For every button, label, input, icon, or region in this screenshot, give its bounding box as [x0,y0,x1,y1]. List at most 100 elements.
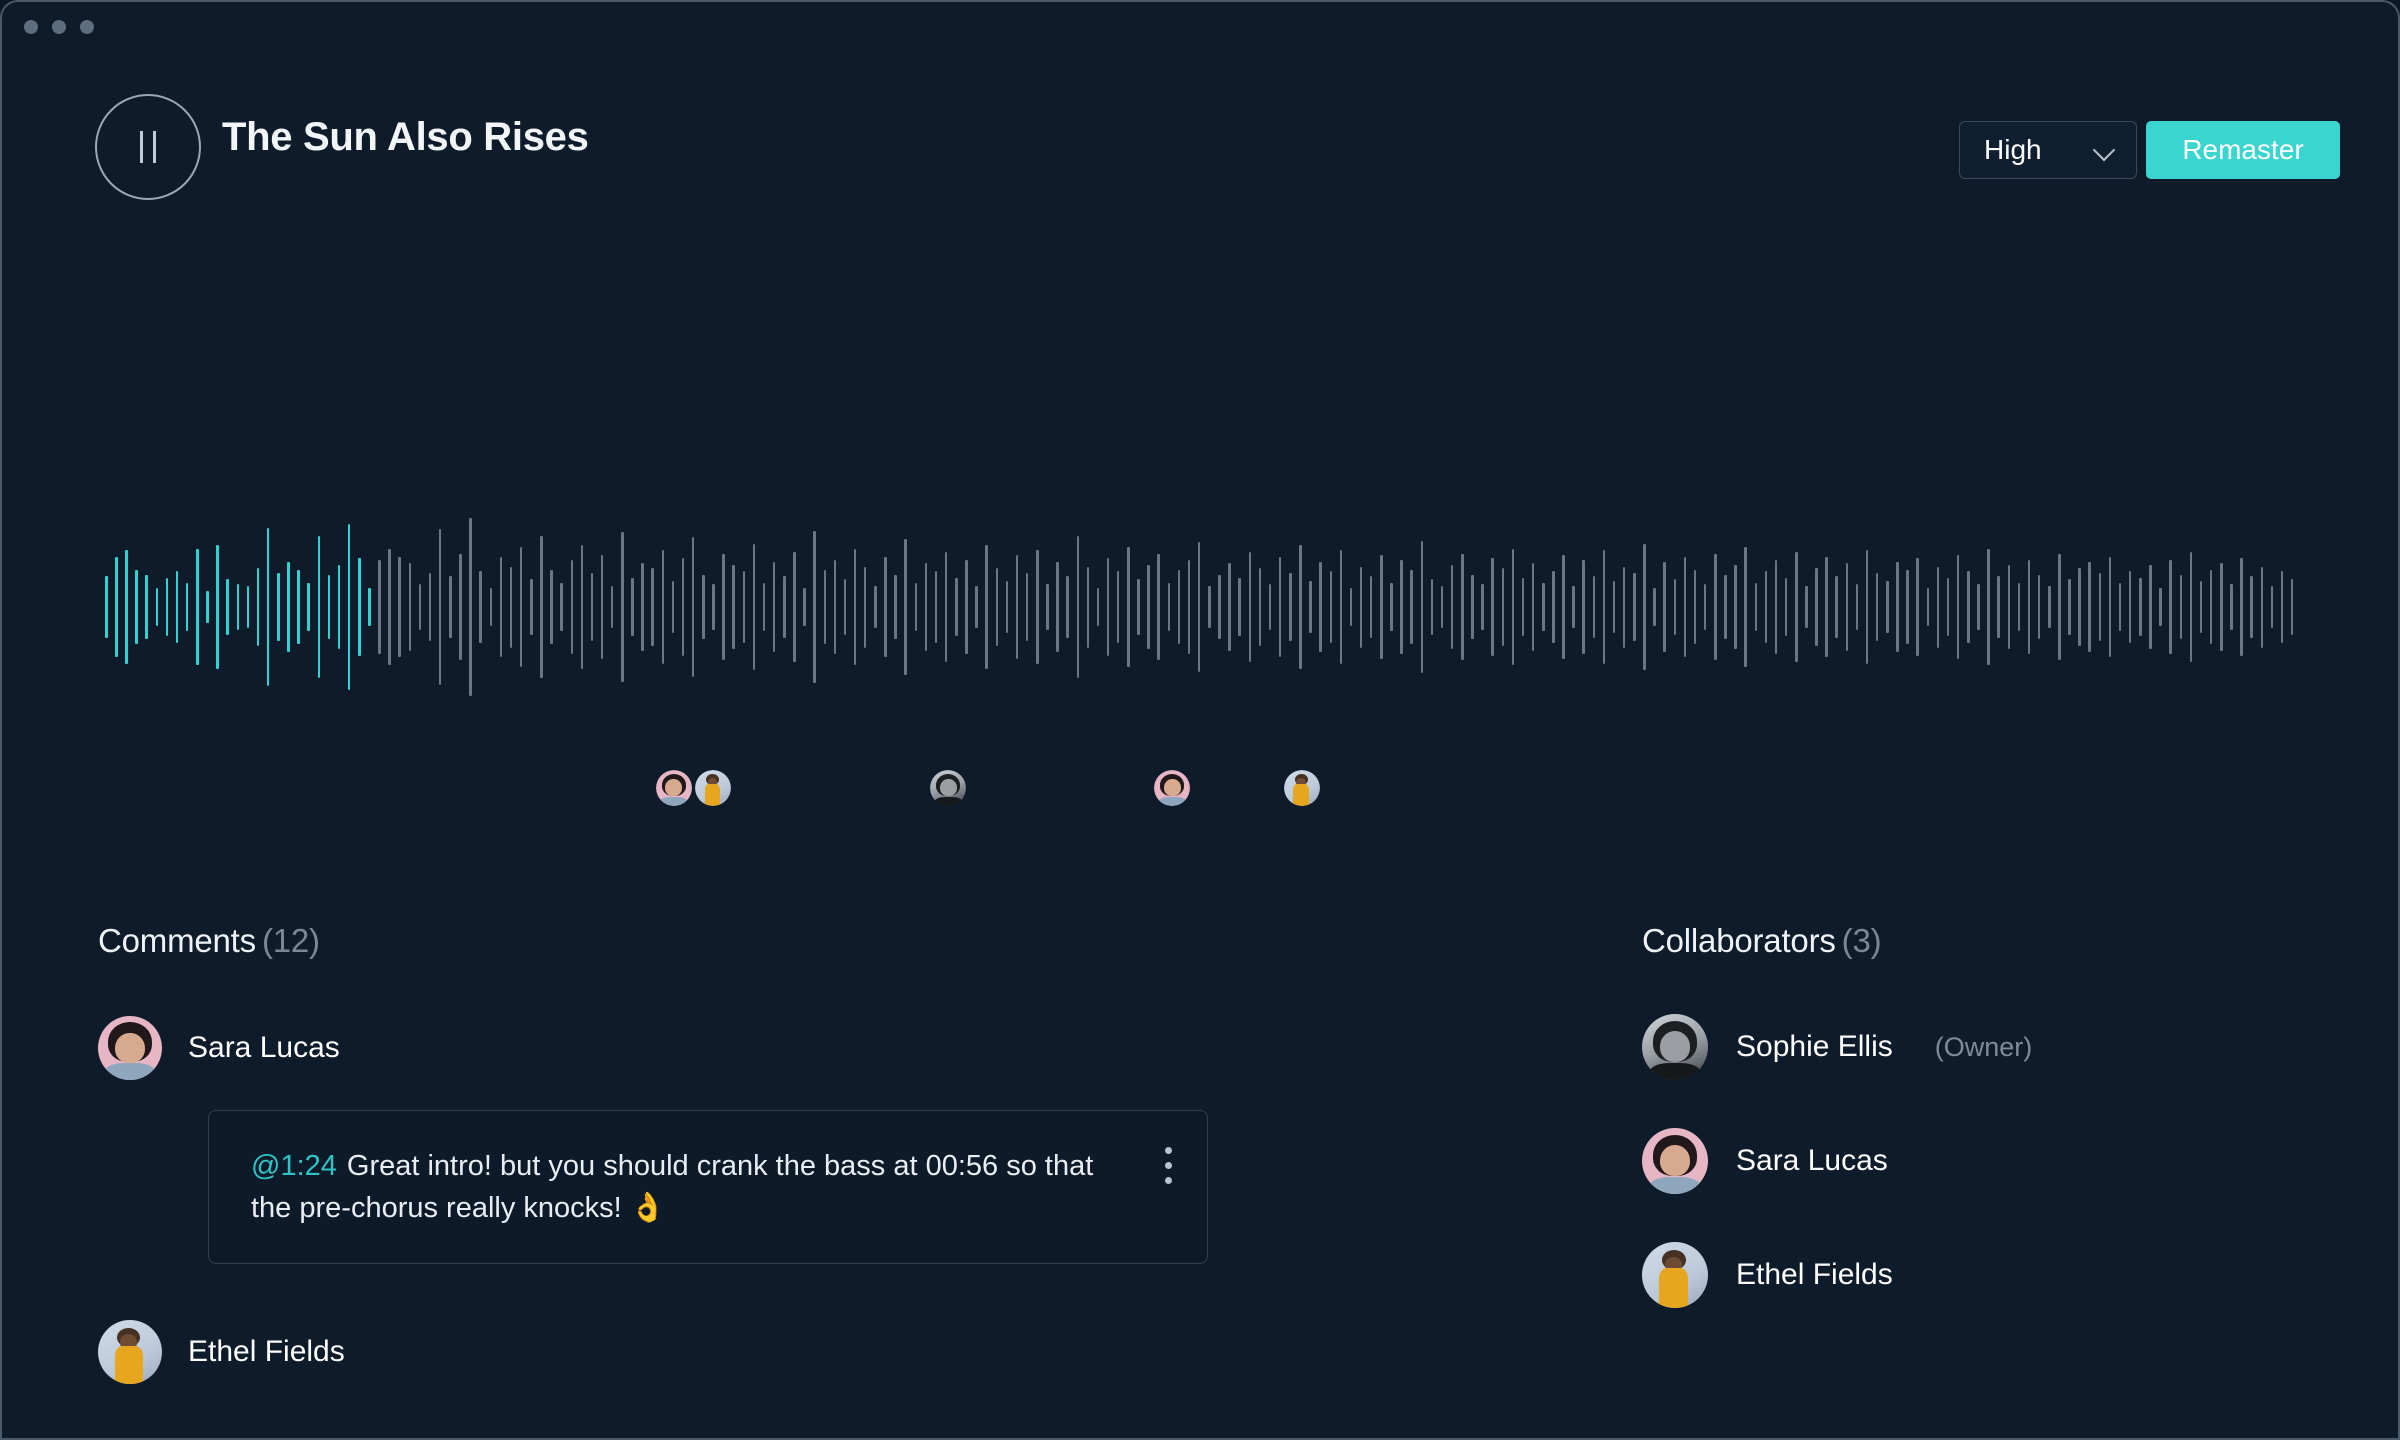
waveform-bar [1845,563,1849,651]
waveform-bar [2108,556,2112,658]
waveform-bar [1815,568,1818,646]
quality-select[interactable]: High [1959,121,2137,179]
collaborator-row[interactable]: Sophie Ellis (Owner) [1642,1014,2342,1080]
waveform-bar [813,530,816,684]
waveform-bar [489,587,493,627]
waveform-bar [1359,566,1363,648]
waveform-bar [1005,581,1009,633]
waveform-bar [2017,582,2021,632]
audio-waveform[interactable] [105,442,2301,772]
avatar [98,1016,162,1080]
waveform-comment-marker[interactable] [930,770,967,806]
remaster-button[interactable]: Remaster [2146,121,2340,179]
waveform-bar [621,532,624,682]
waveform-bar [297,569,300,645]
waveform-bar [1248,551,1252,663]
waveform-bar [2199,581,2203,633]
waveform-bar [2270,585,2274,629]
waveform-bar [1208,585,1211,629]
waveform-bar [1542,582,1545,632]
waveform-bar [216,545,219,669]
waveform-comment-marker[interactable] [1283,770,1320,806]
waveform-bar [358,558,361,656]
waveform-bar [2118,582,2122,632]
waveform-bar [874,585,877,629]
chevron-down-icon [2094,139,2116,161]
waveform-bar [1218,574,1221,640]
waveform-bar [115,556,118,658]
waveform-bar [1025,572,1029,641]
waveform-bar [1501,568,1505,646]
waveform-bar [1896,561,1899,653]
waveform-bar [955,577,958,637]
kebab-menu-icon[interactable] [1165,1147,1173,1184]
waveform-comment-marker[interactable] [1154,770,1191,806]
waveform-bar [2220,563,2223,651]
waveform-area[interactable] [2,442,2398,772]
collaborator-name: Sara Lucas [1736,1144,1888,1177]
waveform-bar [1066,576,1069,638]
waveform-bar [226,579,229,635]
close-window-dot[interactable] [24,20,38,34]
waveform-bar [1875,572,1879,641]
waveform-bar [428,572,432,641]
waveform-bar [1562,555,1565,659]
waveform-bar [944,551,948,663]
waveform-bar [600,555,604,659]
collaborator-role: (Owner) [1934,1031,2033,1062]
page-title: The Sun Also Rises [222,115,589,159]
waveform-bar [2007,564,2011,650]
waveform-bar [752,543,756,671]
waveform-bar [1319,561,1322,653]
play-pause-button[interactable] [95,94,201,200]
waveform-bar [1552,571,1555,643]
waveform-comment-marker[interactable] [695,770,732,806]
waveform-bar [671,581,675,633]
waveform-bar [459,553,462,661]
waveform-bar [1380,555,1383,659]
waveform-bar [277,572,280,641]
waveform-bar [2159,587,2162,627]
waveform-bar [1461,553,1464,661]
waveform-bar [1663,561,1666,653]
waveform-bar [236,584,240,630]
waveform-bar [1906,569,1909,645]
waveform-bar [1967,571,1970,643]
waveform-bar [1440,585,1444,629]
waveform-bar [1946,577,1950,637]
waveform-bar [2280,571,2284,643]
avatar [655,770,692,806]
waveform-bar [681,558,685,656]
waveform-bar [1997,576,2000,638]
waveform-bar [1855,584,1859,630]
waveform-bar [1643,543,1646,671]
waveform-bar [1612,581,1616,633]
waveform-bar [408,563,412,651]
waveform-bar [2058,553,2061,661]
waveform-bar [155,587,159,627]
maximize-window-dot[interactable] [80,20,94,34]
waveform-bar [1106,558,1110,656]
waveform-bar [702,574,705,640]
waveform-bar [266,527,270,687]
waveform-bar [2179,574,2183,640]
comment-timestamp[interactable]: @1:24 [251,1150,337,1182]
waveform-bar [1531,563,1535,651]
waveform-bar [1299,545,1302,669]
waveform-bar [712,584,715,630]
waveform-bar [1390,582,1393,632]
waveform-bar [1784,577,1788,637]
comment-bubble[interactable]: @1:24 Great intro! but you should crank t… [208,1110,1208,1265]
waveform-bar [2260,566,2264,648]
waveform-bar [469,517,472,697]
collaborator-row[interactable]: Sara Lucas [1642,1128,2342,1194]
waveform-bar [1329,571,1332,643]
waveform-bar [1056,561,1059,653]
waveform-bar [1572,585,1575,629]
waveform-comment-marker[interactable] [655,770,692,806]
collaborator-row[interactable]: Ethel Fields [1642,1242,2342,1308]
waveform-bar [1693,569,1697,645]
minimize-window-dot[interactable] [52,20,66,34]
waveform-bar [1238,577,1241,637]
waveform-bar [1137,579,1140,635]
